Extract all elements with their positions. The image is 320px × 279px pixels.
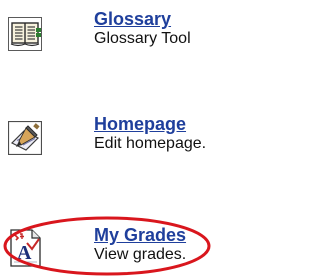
glossary-description: Glossary Tool	[94, 30, 191, 47]
homepage-link[interactable]: Homepage	[94, 114, 206, 134]
grade-report-icon[interactable]: A	[8, 229, 42, 267]
book-icon[interactable]	[8, 17, 42, 51]
tool-text: My Grades View grades.	[94, 225, 186, 264]
tool-text: Homepage Edit homepage.	[94, 114, 206, 153]
my-grades-description: View grades.	[94, 246, 187, 263]
pencil-edit-icon[interactable]	[7, 120, 43, 156]
tool-text: Glossary Glossary Tool	[94, 9, 191, 48]
homepage-description: Edit homepage.	[94, 135, 207, 152]
glossary-link[interactable]: Glossary	[94, 9, 191, 29]
my-grades-link[interactable]: My Grades	[94, 225, 186, 245]
